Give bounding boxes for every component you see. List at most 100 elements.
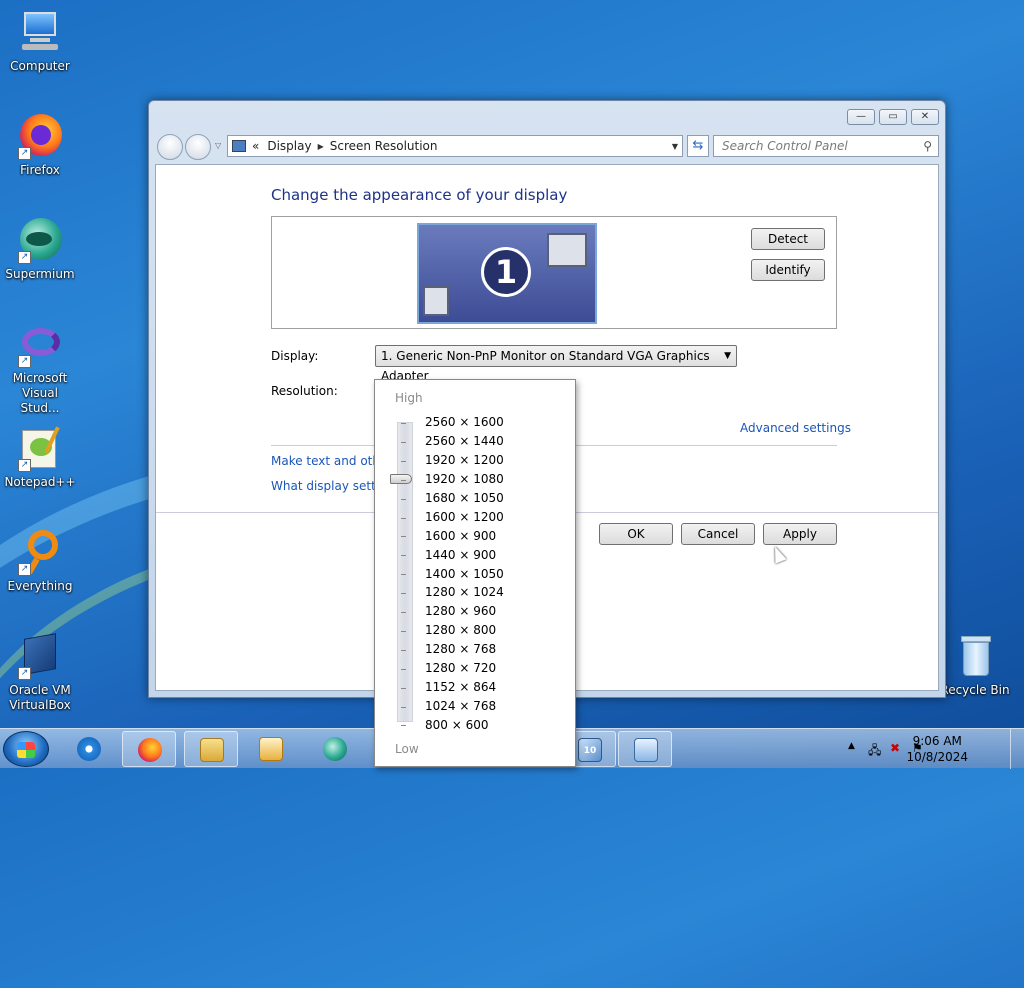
resolution-slider-track[interactable] <box>397 422 413 722</box>
resolution-option[interactable]: 1600 × 1200 <box>425 510 504 524</box>
network-icon[interactable]: 🖧 <box>868 741 881 762</box>
identify-button[interactable]: Identify <box>751 259 825 281</box>
start-button[interactable] <box>3 731 49 767</box>
apply-button[interactable]: Apply <box>763 523 837 545</box>
search-placeholder: Search Control Panel <box>722 139 848 153</box>
minimize-icon: — <box>856 111 866 122</box>
shortcut-arrow-icon: ↗ <box>18 563 31 576</box>
desktop-icon-label: Firefox <box>20 163 60 177</box>
clock[interactable]: 9:06 AM 10/8/2024 <box>906 733 968 765</box>
display-select-value: 1. Generic Non-PnP Monitor on Standard V… <box>381 349 710 383</box>
breadcrumb-display[interactable]: Display <box>267 139 311 153</box>
monitor-arrangement-box: 1 Detect Identify <box>271 216 837 329</box>
resolution-option[interactable]: 1440 × 900 <box>425 548 496 562</box>
taskbar-file-explorer[interactable] <box>184 731 238 767</box>
address-dropdown-icon[interactable]: ▼ <box>672 142 678 151</box>
window-thumbnail-icon <box>547 233 587 267</box>
internet-explorer-icon <box>77 737 101 761</box>
advanced-settings-link[interactable]: Advanced settings <box>740 421 851 435</box>
cancel-button[interactable]: Cancel <box>681 523 755 545</box>
page-title: Change the appearance of your display <box>271 186 568 204</box>
resolution-option[interactable]: 1400 × 1050 <box>425 567 504 581</box>
resolution-option[interactable]: 1024 × 768 <box>425 699 496 713</box>
chevron-down-icon: ▼ <box>724 351 731 361</box>
slider-tick <box>401 725 406 727</box>
search-input[interactable]: Search Control Panel ⚲ <box>713 135 939 157</box>
monitor-1-thumbnail[interactable]: 1 <box>417 223 597 324</box>
taskbar-firefox[interactable] <box>122 731 176 767</box>
ok-button[interactable]: OK <box>599 523 673 545</box>
address-bar[interactable]: « Display ▶ Screen Resolution ▼ <box>227 135 683 157</box>
slider-tick <box>401 706 406 708</box>
show-hidden-icons-icon[interactable]: ▲ <box>848 741 855 751</box>
resolution-option[interactable]: 800 × 600 <box>425 718 489 732</box>
breadcrumb-separator-icon[interactable]: ▶ <box>318 142 324 151</box>
shortcut-arrow-icon: ↗ <box>18 667 31 680</box>
search-icon[interactable]: ⚲ <box>923 136 932 156</box>
taskbar-control-panel[interactable] <box>618 731 672 767</box>
back-button[interactable] <box>157 134 183 160</box>
resolution-option[interactable]: 1280 × 960 <box>425 604 496 618</box>
resolution-option[interactable]: 2560 × 1440 <box>425 434 504 448</box>
slider-tick <box>401 630 406 632</box>
resolution-option[interactable]: 1280 × 800 <box>425 623 496 637</box>
resolution-option[interactable]: 1600 × 900 <box>425 529 496 543</box>
forward-button[interactable] <box>185 134 211 160</box>
desktop-icon-supermium[interactable]: ↗ Supermium <box>2 216 78 282</box>
slider-tick <box>401 668 406 670</box>
taskbar-supermium[interactable] <box>308 731 362 767</box>
visual-studio-icon: ↗ <box>16 320 64 368</box>
slider-tick <box>401 687 406 689</box>
refresh-button[interactable]: ⇆ <box>687 135 709 157</box>
windows-10-icon: 10 <box>578 738 602 762</box>
show-desktop-button[interactable] <box>1010 729 1024 769</box>
resolution-option[interactable]: 1280 × 1024 <box>425 585 504 599</box>
notepad-plus-plus-icon: ↗ <box>16 424 64 472</box>
maximize-button[interactable]: ▭ <box>879 109 907 125</box>
slider-tick <box>401 517 406 519</box>
slider-tick <box>401 423 406 424</box>
desktop-icon-label: Oracle VM VirtualBox <box>9 683 71 712</box>
desktop-icon-recycle-bin[interactable]: Recycle Bin <box>937 632 1013 698</box>
detect-button[interactable]: Detect <box>751 228 825 250</box>
resolution-label: Resolution: <box>271 384 338 398</box>
resolution-option[interactable]: 1920 × 1200 <box>425 453 504 467</box>
resolution-option[interactable]: 1920 × 1080 <box>425 472 504 486</box>
desktop-icon-everything[interactable]: ↗ Everything <box>2 528 78 594</box>
low-label: Low <box>395 742 419 756</box>
slider-tick <box>401 498 406 500</box>
resolution-option[interactable]: 1680 × 1050 <box>425 491 504 505</box>
recent-pages-dropdown-icon[interactable]: ▽ <box>215 141 221 150</box>
resolution-option[interactable]: 2560 × 1600 <box>425 415 504 429</box>
display-label: Display: <box>271 349 319 363</box>
volume-muted-icon[interactable]: ✖ <box>890 741 900 755</box>
desktop-icon-virtualbox[interactable]: ↗ Oracle VM VirtualBox <box>2 632 78 713</box>
breadcrumb-screen-resolution[interactable]: Screen Resolution <box>330 139 438 153</box>
minimize-button[interactable]: — <box>847 109 875 125</box>
shortcut-arrow-icon: ↗ <box>18 459 31 472</box>
file-explorer-icon <box>200 738 224 762</box>
media-player-icon <box>259 737 283 761</box>
resolution-option[interactable]: 1152 × 864 <box>425 680 496 694</box>
taskbar-internet-explorer[interactable] <box>62 731 116 767</box>
close-button[interactable]: ✕ <box>911 109 939 125</box>
breadcrumb-prefix[interactable]: « <box>252 139 259 153</box>
desktop-icon-visual-studio[interactable]: ↗ Microsoft Visual Stud... <box>2 320 78 416</box>
computer-icon <box>16 8 64 56</box>
desktop-icon-firefox[interactable]: ↗ Firefox <box>2 112 78 178</box>
window-thumbnail-icon <box>423 286 449 316</box>
slider-tick <box>401 479 406 481</box>
display-select[interactable]: 1. Generic Non-PnP Monitor on Standard V… <box>375 345 737 383</box>
restore-icon: ▭ <box>888 111 898 122</box>
desktop-icon-computer[interactable]: Computer <box>2 8 78 74</box>
desktop-icon-label: Recycle Bin <box>940 683 1010 697</box>
resolution-option[interactable]: 1280 × 768 <box>425 642 496 656</box>
resolution-option[interactable]: 1280 × 720 <box>425 661 496 675</box>
clock-time: 9:06 AM <box>912 734 962 748</box>
shortcut-arrow-icon: ↗ <box>18 251 31 264</box>
virtualbox-icon: ↗ <box>16 632 64 680</box>
shortcut-arrow-icon: ↗ <box>18 147 31 160</box>
display-control-panel-icon <box>232 140 246 152</box>
desktop-icon-notepad-plus-plus[interactable]: ↗ Notepad++ <box>2 424 78 490</box>
taskbar-media-player[interactable] <box>244 731 298 767</box>
